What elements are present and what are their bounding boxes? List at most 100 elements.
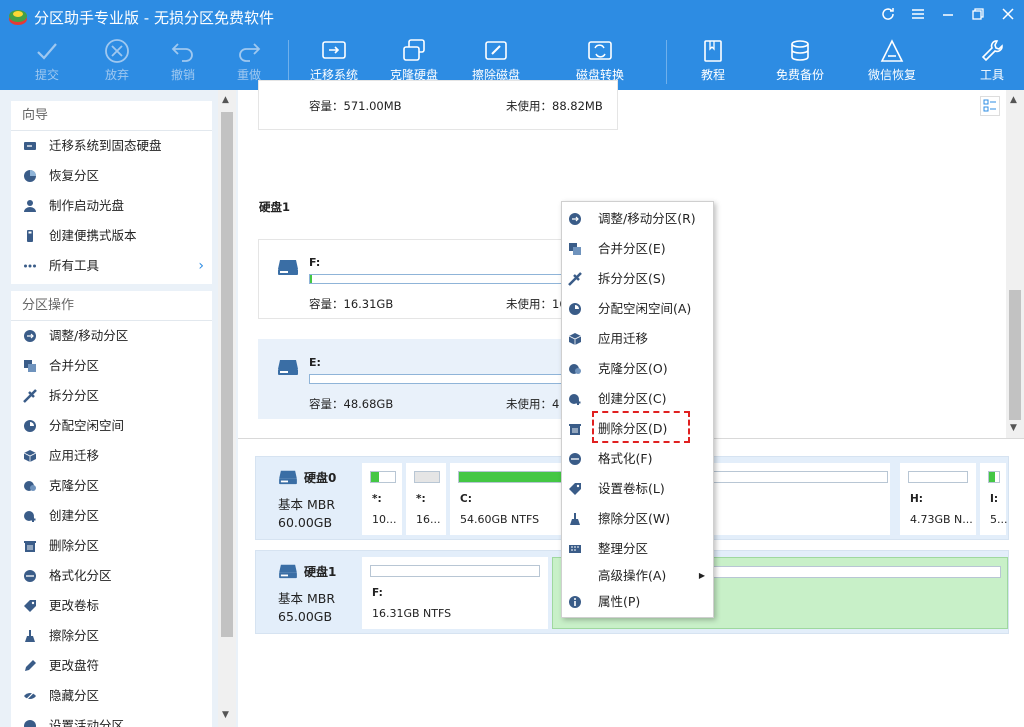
cancel-circle-icon [105, 39, 129, 63]
tutorial-button[interactable]: 教程 [688, 34, 738, 90]
partition-unused: 未使用：88.82MB [506, 99, 603, 113]
discard-button[interactable]: 放弃 [92, 34, 142, 90]
ctx-item-app-migrate[interactable]: 应用迁移 [562, 324, 713, 354]
disk-info: 硬盘0 基本 MBR 60.00GB [256, 457, 356, 539]
wizard-item-recover-partition[interactable]: 恢复分区 [11, 161, 212, 191]
partition-usage-bar [414, 471, 440, 483]
backup-icon [791, 40, 809, 61]
disk-size: 65.00GB [278, 609, 333, 624]
undo-button[interactable]: 撤销 [158, 34, 208, 90]
disk-partition-box[interactable]: I: 5... [980, 463, 1008, 535]
main-scrollbar[interactable]: ▲ ▼ [1006, 90, 1024, 438]
ctx-item-resize[interactable]: 调整/移动分区(R) [562, 204, 713, 234]
scroll-down-icon[interactable]: ▼ [1010, 423, 1017, 433]
scroll-up-icon[interactable]: ▲ [1010, 95, 1017, 105]
disk1-heading: 硬盘1 [259, 200, 291, 214]
left-panel-scroll-thumb[interactable] [221, 112, 233, 637]
restore-icon[interactable] [967, 6, 989, 28]
op-item-change-label[interactable]: 更改卷标 [11, 591, 212, 621]
op-item-split[interactable]: 拆分分区 [11, 381, 212, 411]
scroll-up-icon[interactable]: ▲ [222, 95, 229, 105]
partition-usage-bar [370, 471, 396, 483]
partition-capacity: 容量：48.68GB [309, 397, 394, 411]
merge-icon [24, 360, 36, 372]
close-icon[interactable] [997, 6, 1019, 28]
op-item-hide[interactable]: 隐藏分区 [11, 681, 212, 711]
ctx-item-split[interactable]: 拆分分区(S) [562, 264, 713, 294]
disk-partition-box[interactable]: *: 10... [362, 463, 402, 535]
ctx-item-defrag[interactable]: 整理分区 [562, 534, 713, 564]
title-bar: 分区助手专业版 - 无损分区免费软件 [0, 0, 1024, 34]
disk-type: 基本 MBR [278, 591, 336, 606]
context-menu: 调整/移动分区(R) 合并分区(E) 拆分分区(S) 分配空闲空间(A) 应用迁… [561, 201, 714, 618]
clone-disk-icon [403, 39, 425, 61]
ctx-item-create[interactable]: 创建分区(C) [562, 384, 713, 414]
tools-button[interactable]: 工具 [972, 34, 1012, 90]
wrench-icon [981, 40, 1003, 62]
op-item-change-letter[interactable]: 更改盘符 [11, 651, 212, 681]
split-icon [23, 389, 37, 403]
op-item-set-active[interactable]: 设置活动分区 [11, 711, 212, 727]
free-backup-button[interactable]: 免费备份 [768, 34, 832, 90]
ctx-item-wipe[interactable]: 擦除分区(W) [562, 504, 713, 534]
brush-icon [25, 630, 35, 642]
op-item-clone[interactable]: 克隆分区 [11, 471, 212, 501]
partition-label: I: [990, 493, 999, 505]
clone-icon [569, 364, 581, 374]
main-scroll-thumb[interactable] [1009, 290, 1021, 420]
disk-info: 硬盘1 基本 MBR 65.00GB [256, 551, 356, 633]
scroll-down-icon[interactable]: ▼ [222, 710, 229, 720]
partition-info: 54.60GB NTFS [460, 513, 540, 526]
drive-icon [278, 260, 298, 275]
menu-icon[interactable] [907, 6, 929, 28]
op-item-wipe[interactable]: 擦除分区 [11, 621, 212, 651]
wizard-section: 向导 迁移系统到固态硬盘 恢复分区 制作启动光盘 创建便携式版本 所有工具 › [11, 101, 212, 284]
partition-usage-bar [988, 471, 1000, 483]
disk-partition-box[interactable]: *: 16... [406, 463, 446, 535]
wizard-item-migrate-ssd[interactable]: 迁移系统到固态硬盘 [11, 131, 212, 161]
left-panel-scrollbar[interactable]: ▲ ▼ [218, 90, 236, 727]
op-item-merge[interactable]: 合并分区 [11, 351, 212, 381]
op-item-create[interactable]: 创建分区 [11, 501, 212, 531]
ctx-item-set-label[interactable]: 设置卷标(L) [562, 474, 713, 504]
wizard-item-boot-disc[interactable]: 制作启动光盘 [11, 191, 212, 221]
partition-card-partial[interactable]: 容量：571.00MB 未使用：88.82MB [258, 80, 618, 130]
create-icon [24, 511, 36, 522]
wizard-item-all-tools[interactable]: 所有工具 › [11, 251, 212, 281]
recovery-icon [880, 39, 904, 62]
tag-icon [24, 600, 36, 612]
disk-size: 60.00GB [278, 515, 333, 530]
drive-icon [279, 564, 297, 579]
ssd-icon [24, 142, 36, 150]
ctx-item-properties[interactable]: 属性(P) [562, 587, 713, 617]
op-item-app-migrate[interactable]: 应用迁移 [11, 441, 212, 471]
op-item-resize[interactable]: 调整/移动分区 [11, 321, 212, 351]
active-icon [24, 720, 36, 727]
view-toggle-button[interactable] [980, 96, 1000, 116]
disk-name: 硬盘0 [304, 471, 337, 485]
disk-partition-box[interactable]: H: 4.73GB N... [900, 463, 976, 535]
disk-partition-box-f[interactable]: F: 16.31GB NTFS [362, 557, 548, 629]
wechat-recovery-button[interactable]: 微信恢复 [860, 34, 924, 90]
op-item-delete[interactable]: 删除分区 [11, 531, 212, 561]
wipe-disk-icon [485, 41, 507, 60]
list-view-icon [983, 99, 996, 112]
commit-button[interactable]: 提交 [22, 34, 72, 90]
ctx-item-format[interactable]: 格式化(F) [562, 444, 713, 474]
ctx-item-clone[interactable]: 克隆分区(O) [562, 354, 713, 384]
disk-type: 基本 MBR [278, 497, 336, 512]
ctx-item-merge[interactable]: 合并分区(E) [562, 234, 713, 264]
ctx-item-allocate[interactable]: 分配空闲空间(A) [562, 294, 713, 324]
refresh-icon[interactable] [877, 6, 899, 28]
partition-unused: 未使用：4 [506, 397, 560, 411]
partition-label: F: [372, 587, 383, 599]
disk-name: 硬盘1 [304, 565, 337, 579]
toolbar-separator [666, 40, 667, 84]
partition-label: C: [460, 493, 472, 505]
wizard-item-portable-version[interactable]: 创建便携式版本 [11, 221, 212, 251]
op-item-allocate[interactable]: 分配空闲空间 [11, 411, 212, 441]
op-item-format[interactable]: 格式化分区 [11, 561, 212, 591]
minimize-icon[interactable] [937, 6, 959, 28]
left-panel: 向导 迁移系统到固态硬盘 恢复分区 制作启动光盘 创建便携式版本 所有工具 › … [0, 90, 238, 727]
clone-icon [24, 481, 36, 491]
